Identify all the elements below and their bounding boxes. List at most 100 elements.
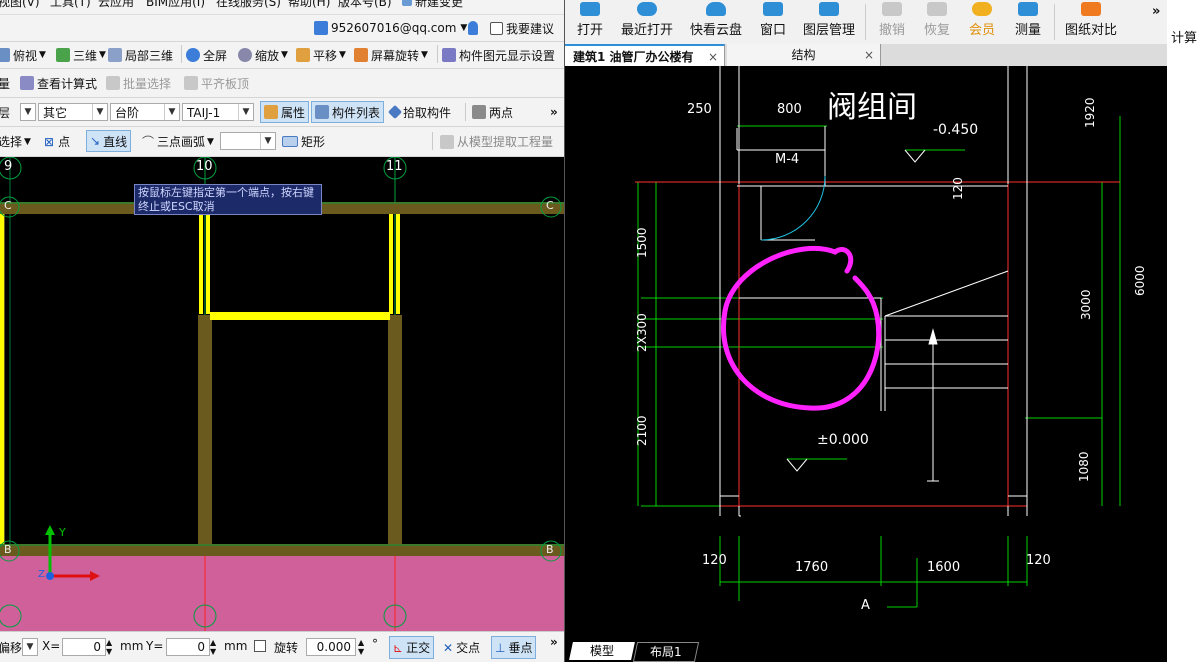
measure-button[interactable]: 测量 — [1013, 0, 1043, 44]
menu-bim[interactable]: BIM应用(I) — [146, 0, 205, 9]
rotate-checkbox[interactable] — [254, 640, 266, 652]
floor-select[interactable]: ▼ — [20, 103, 36, 121]
y-spin-icon[interactable]: ▲ ▼ — [210, 638, 216, 656]
dim-120-right: 120 — [1026, 553, 1051, 568]
line-button[interactable]: ↘ 直线 — [86, 130, 132, 152]
arc-button[interactable]: ⌒ 三点画弧 ▼ — [142, 127, 214, 156]
display-settings-button[interactable]: 构件图元显示设置 — [442, 42, 555, 68]
status-overflow-icon[interactable]: » — [550, 635, 558, 649]
tab-model[interactable]: 模型 — [569, 642, 635, 660]
align-slab-button[interactable]: 平齐板顶 — [184, 69, 249, 97]
pan-button[interactable]: 平移 ▼ — [296, 42, 346, 68]
calc-label[interactable]: 计算 — [1171, 27, 1197, 46]
grid-label-b-left: B — [4, 543, 12, 556]
partial-3d-button[interactable]: 局部三维 — [108, 42, 173, 68]
menu-help[interactable]: 帮助(H) — [288, 0, 330, 9]
pick-component-button[interactable]: 拾取构件 — [387, 98, 451, 126]
user-icon — [314, 21, 328, 35]
dim-120-left: 120 — [702, 553, 727, 568]
zoom-button[interactable]: 缩放 ▼ — [238, 42, 288, 68]
ortho-icon: ⊾ — [393, 640, 404, 655]
two-points-button[interactable]: 两点 — [472, 98, 513, 126]
recent-button[interactable]: 最近打开 — [621, 0, 673, 44]
compare-button[interactable]: 图纸对比 — [1065, 0, 1117, 44]
tab-architecture[interactable]: 建筑1 油管厂办公楼有 × — [565, 44, 725, 66]
elevation-bottom: ±0.000 — [817, 432, 869, 448]
change-icon — [402, 0, 412, 6]
extract-icon — [440, 134, 454, 149]
vip-button[interactable]: 会员 — [967, 0, 997, 44]
model-canvas[interactable]: 9 10 11 C C B B Y Z 按鼠标左键指定第一个端点，按右键终止或E… — [0, 157, 564, 631]
eyedropper-icon — [387, 104, 403, 120]
menu-new-change[interactable]: 新建变更 — [402, 0, 463, 9]
vip-icon — [972, 2, 992, 16]
window-button[interactable]: 窗口 — [758, 0, 788, 44]
column-11 — [388, 315, 402, 551]
intersection-button[interactable]: ✕ 交点 — [443, 639, 480, 656]
ortho-button[interactable]: ⊾ 正交 — [389, 636, 435, 659]
grid-label-11: 11 — [386, 159, 403, 174]
align-slab-icon — [184, 76, 198, 90]
toolbar-overflow-icon[interactable]: » — [550, 98, 558, 126]
screen-rotate-button[interactable]: 屏幕旋转 ▼ — [354, 42, 428, 68]
x-input[interactable]: 0 — [62, 638, 106, 656]
redo-button[interactable]: 恢复 — [922, 0, 952, 44]
category-select[interactable]: 其它 ▼ — [38, 103, 108, 121]
bell-icon[interactable] — [468, 15, 481, 41]
view-formula-button[interactable]: 查看计算式 — [20, 69, 97, 97]
quantity-button[interactable]: 量 — [0, 69, 10, 97]
undo-button[interactable]: 撤销 — [877, 0, 907, 44]
layer-mgmt-button[interactable]: 图层管理 — [803, 0, 855, 44]
open-button[interactable]: 打开 — [575, 0, 605, 44]
properties-button[interactable]: 属性 — [260, 101, 310, 123]
close-icon[interactable]: × — [864, 44, 874, 66]
tab-layout1[interactable]: 布局1 — [632, 642, 700, 662]
cad-drawing[interactable] — [565, 66, 1167, 640]
perpendicular-button[interactable]: ⊥ 垂点 — [491, 636, 537, 659]
menu-online[interactable]: 在线服务(S) — [216, 0, 281, 9]
point-button[interactable]: ⊠ 点 — [44, 127, 70, 156]
component-list-button[interactable]: 构件列表 — [311, 101, 385, 123]
elevation-top: -0.450 — [933, 122, 979, 138]
grid-label-b-right: B — [546, 543, 554, 556]
rect-button[interactable]: 矩形 — [282, 127, 325, 156]
menu-cloud[interactable]: 云应用 — [98, 0, 134, 9]
axis-label-y: Y — [59, 526, 66, 539]
three-d-button[interactable]: 三维 ▼ — [56, 42, 106, 68]
full-screen-button[interactable]: 全屏 — [186, 42, 227, 68]
axis-a-label: A — [861, 598, 870, 613]
shape-select[interactable]: ▼ — [220, 132, 276, 150]
menu-bar: 视图(V) 工具(T) 云应用 BIM应用(I) 在线服务(S) 帮助(H) 版… — [0, 0, 564, 15]
dim-2100: 2100 — [635, 415, 649, 446]
close-icon[interactable]: × — [708, 46, 718, 68]
two-points-icon — [472, 105, 486, 119]
ruler-icon — [1018, 2, 1038, 16]
side-panel: 计算 — [1167, 0, 1202, 662]
extract-quantity-button[interactable]: 从模型提取工程量 — [440, 127, 553, 156]
batch-select-button[interactable]: 批量选择 — [106, 69, 171, 97]
partial-3d-icon — [108, 48, 122, 62]
select-button[interactable]: 选择 ▼ — [0, 127, 31, 156]
top-view-button[interactable]: 俯视 ▼ — [0, 42, 46, 68]
cloud-button[interactable]: 快看云盘 — [690, 0, 742, 44]
tab-structure[interactable]: 结构 × — [727, 44, 881, 66]
rotate-spin-icon[interactable]: ▲ ▼ — [358, 638, 364, 656]
degree-label: ° — [372, 637, 378, 651]
type-select[interactable]: 台阶 ▼ — [110, 103, 180, 121]
menu-version[interactable]: 版本号(B) — [338, 0, 392, 9]
window-icon — [763, 2, 783, 16]
rotate-input[interactable]: 0.000 — [306, 638, 356, 656]
component-select[interactable]: TAIJ-1 ▼ — [182, 103, 254, 121]
y-input[interactable]: 0 — [166, 638, 210, 656]
suggest-button[interactable]: 我要建议 — [490, 15, 554, 41]
x-spin-icon[interactable]: ▲ ▼ — [106, 638, 112, 656]
menu-tools[interactable]: 工具(T) — [50, 0, 91, 9]
menu-view[interactable]: 视图(V) — [0, 0, 40, 9]
offset-select[interactable]: ▼ — [22, 638, 38, 656]
clock-icon — [637, 2, 657, 16]
highlight-circle — [721, 245, 882, 411]
user-account[interactable]: 952607016@qq.com ▼ — [314, 15, 467, 41]
yellow-line-10b — [206, 214, 210, 314]
top-view-icon — [0, 48, 10, 62]
toolbar-overflow-icon[interactable]: » — [1152, 4, 1160, 19]
